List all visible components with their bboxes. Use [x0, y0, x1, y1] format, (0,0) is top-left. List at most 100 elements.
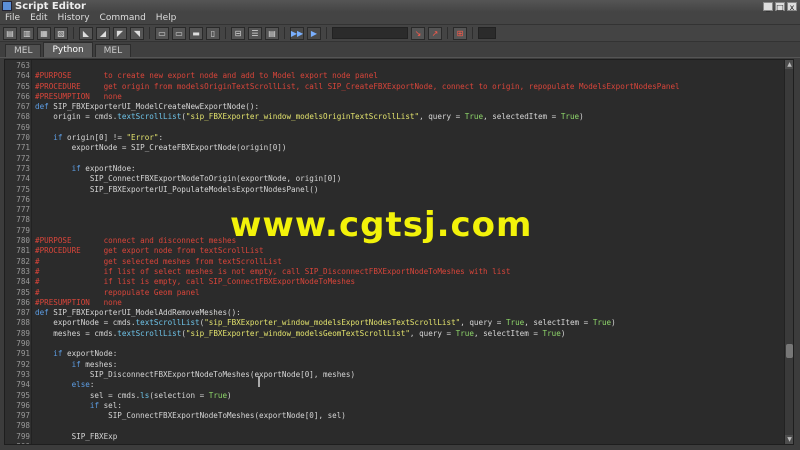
code-line[interactable]: 786 #PRESUMPTION none [5, 298, 785, 308]
code-line[interactable]: 788 exportNode = cmds.textScrollList("si… [5, 318, 785, 328]
open-script-icon[interactable]: ▤ [3, 26, 17, 40]
scroll-down-icon[interactable]: ▼ [785, 435, 793, 444]
code-line[interactable]: 781 #PROCEDURE get export node from textS… [5, 246, 785, 256]
code-line[interactable]: 793 SIP_DisconnectFBXExportNodeToMeshes(… [5, 370, 785, 380]
code-line[interactable]: 782 # get selected meshes from textScroll… [5, 257, 785, 267]
save-script-icon[interactable]: ▦ [37, 26, 51, 40]
code-line[interactable]: 763 [5, 61, 785, 71]
code-line[interactable]: 791 if exportNode: [5, 349, 785, 359]
code-line[interactable]: 797 SIP_ConnectFBXExportNodeToMeshes(exp… [5, 411, 785, 421]
menu-bar: File Edit History Command Help [0, 12, 800, 25]
clear-all-icon[interactable]: ▤ [265, 26, 279, 40]
toolbar-divider [326, 27, 327, 39]
code-editor[interactable]: 763 764 #PURPOSE to create new export node… [4, 59, 794, 445]
show-history-icon[interactable]: ▭ [155, 26, 169, 40]
echo-all-commands-icon[interactable]: ◣ [79, 26, 93, 40]
code-text: #PURPOSE connect and disconnect meshes [35, 236, 237, 246]
source-script-icon[interactable]: ▥ [20, 26, 34, 40]
menu-help[interactable]: Help [151, 13, 182, 23]
vertical-scrollbar[interactable]: ▲ ▼ [784, 60, 793, 444]
close-button[interactable]: x [787, 1, 797, 12]
code-line[interactable]: 785 # repopulate Geom panel [5, 288, 785, 298]
line-number: 786 [16, 297, 30, 307]
code-text: if exportNode: [53, 349, 118, 359]
code-line[interactable]: 789 meshes = cmds.textScrollList("sip_FB… [5, 329, 785, 339]
search-field[interactable] [332, 27, 408, 39]
code-line[interactable]: 794 else: [5, 380, 785, 390]
execute-icon[interactable]: ▶ [307, 26, 321, 40]
menu-command[interactable]: Command [95, 13, 151, 23]
code-lines: 763 764 #PURPOSE to create new export node… [5, 61, 785, 444]
tab-mel[interactable]: MEL [5, 44, 42, 57]
search-up-icon[interactable]: ↗ [428, 26, 442, 40]
show-stack-trace-icon[interactable]: ◤ [113, 26, 127, 40]
line-number: 794 [16, 380, 30, 390]
menu-history[interactable]: History [53, 13, 95, 23]
line-number: 792 [16, 359, 30, 369]
code-line[interactable]: 766 #PRESUMPTION none [5, 92, 785, 102]
line-number: 789 [16, 328, 30, 338]
code-line[interactable]: 790 [5, 339, 785, 349]
code-line[interactable]: 764 #PURPOSE to create new export node an… [5, 71, 785, 81]
tab-mel-2[interactable]: MEL [94, 44, 132, 57]
code-line[interactable]: 775 SIP_FBXExporterUI_PopulateModelsExpo… [5, 185, 785, 195]
menu-edit[interactable]: Edit [25, 13, 52, 23]
code-text: exportNode = cmds.textScrollList("sip_FB… [35, 318, 616, 328]
split-view-icon[interactable]: ▯ [206, 26, 220, 40]
code-line[interactable]: 799 SIP_FBXExp [5, 432, 785, 442]
tab-python[interactable]: Python [43, 42, 93, 57]
line-number: 767 [16, 102, 30, 112]
code-line[interactable]: 767 def SIP_FBXExporterUI_ModelCreateNewE… [5, 102, 785, 112]
line-number: 774 [16, 174, 30, 184]
execute-all-icon[interactable]: ▶▶ [290, 26, 304, 40]
line-number: 797 [16, 411, 30, 421]
save-to-shelf-icon[interactable]: ▧ [54, 26, 68, 40]
line-number: 788 [16, 318, 30, 328]
code-line[interactable]: 765 #PROCEDURE get origin from modelsOrig… [5, 82, 785, 92]
scroll-up-icon[interactable]: ▲ [785, 60, 793, 69]
restore-button[interactable]: □ [775, 1, 785, 12]
minimize-button[interactable]: _ [763, 1, 773, 12]
code-line[interactable]: 772 [5, 154, 785, 164]
show-line-numbers-icon[interactable]: ◢ [96, 26, 110, 40]
goto-line-icon[interactable]: ⊞ [453, 26, 467, 40]
code-line[interactable]: 774 SIP_ConnectFBXExportNodeToOrigin(exp… [5, 174, 785, 184]
code-text: if sel: [89, 400, 122, 410]
code-line[interactable]: 769 [5, 123, 785, 133]
auto-close-brackets-icon[interactable]: ◥ [130, 26, 144, 40]
line-number: 784 [16, 277, 30, 287]
code-line[interactable]: 773 if exportNdoe: [5, 164, 785, 174]
code-line[interactable]: 776 [5, 195, 785, 205]
toolbar: ▤ ▥ ▦ ▧ ◣ ◢ ◤ ◥ ▭ ▭ ▬ ▯ ⊟ ☰ ▤ ▶▶ ▶ ↘ ↗ ⊞ [0, 25, 800, 42]
line-number-field[interactable] [478, 27, 496, 39]
code-line[interactable]: 796 if sel: [5, 401, 785, 411]
code-text: def SIP_FBXExporterUI_ModelAddRemoveMesh… [35, 308, 241, 318]
code-line[interactable]: 798 [5, 421, 785, 431]
line-number: 773 [16, 163, 30, 173]
code-line[interactable]: 768 origin = cmds.textScrollList("sip_FB… [5, 112, 785, 122]
code-line[interactable]: 784 # if list is empty, call SIP_ConnectF… [5, 277, 785, 287]
show-both-icon[interactable]: ▬ [189, 26, 203, 40]
toolbar-divider [472, 27, 473, 39]
code-text: # if list is empty, call SIP_ConnectFBXE… [35, 277, 356, 287]
toolbar-divider [284, 27, 285, 39]
menu-file[interactable]: File [0, 13, 25, 23]
code-line[interactable]: 795 sel = cmds.ls(selection = True) [5, 391, 785, 401]
scrollbar-thumb[interactable] [786, 344, 793, 358]
title-bar: Script Editor _ □ x [0, 0, 800, 12]
line-number: 795 [16, 390, 30, 400]
code-line[interactable]: 771 exportNode = SIP_CreateFBXExportNode… [5, 143, 785, 153]
clear-input-icon[interactable]: ☰ [248, 26, 262, 40]
line-number: 791 [16, 349, 30, 359]
code-line[interactable]: 770 if origin[0] != "Error": [5, 133, 785, 143]
show-input-icon[interactable]: ▭ [172, 26, 186, 40]
code-line[interactable]: 792 if meshes: [5, 360, 785, 370]
code-line[interactable]: 787 def SIP_FBXExporterUI_ModelAddRemoveM… [5, 308, 785, 318]
code-line[interactable]: 783 # if list of select meshes is not emp… [5, 267, 785, 277]
code-text: if origin[0] != "Error": [53, 133, 164, 143]
search-down-icon[interactable]: ↘ [411, 26, 425, 40]
clear-history-icon[interactable]: ⊟ [231, 26, 245, 40]
code-text: SIP_ConnectFBXExportNodeToMeshes(exportN… [35, 411, 346, 421]
code-line[interactable]: 800 [5, 442, 785, 444]
line-number: 772 [16, 153, 30, 163]
